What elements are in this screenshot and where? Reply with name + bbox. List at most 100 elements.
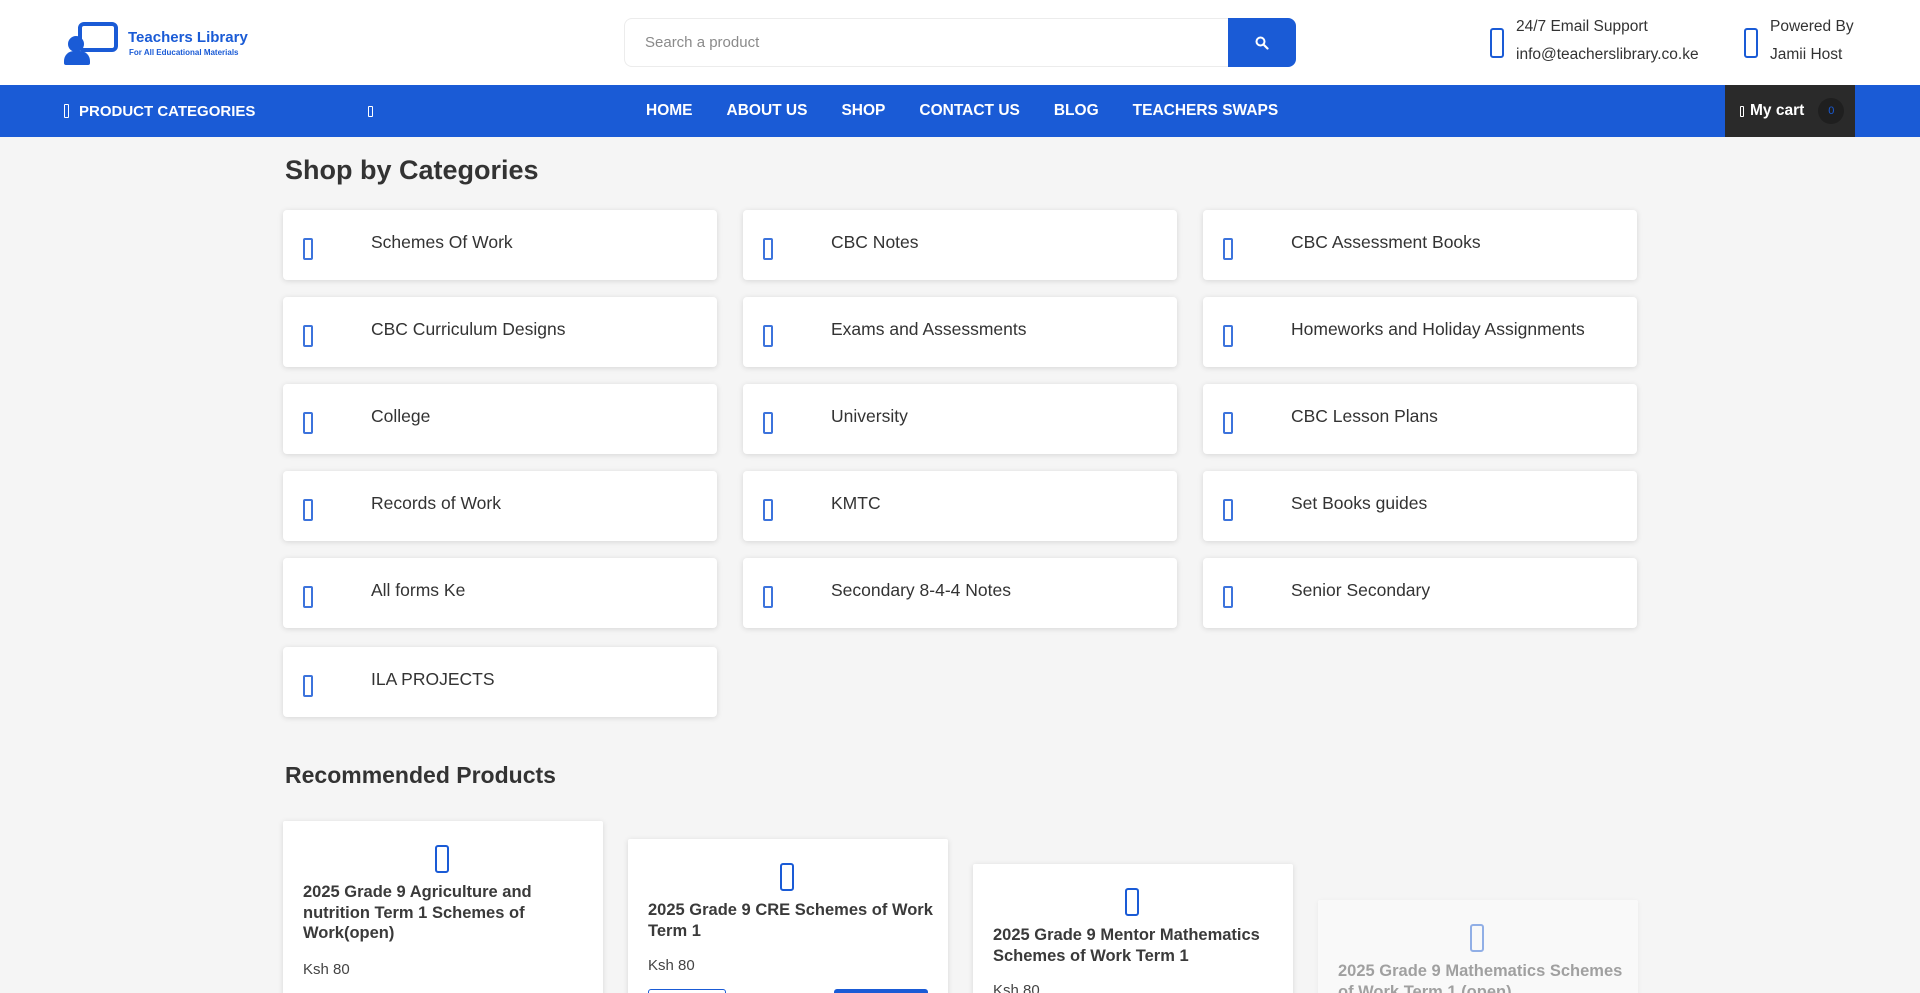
category-label: KMTC [831,493,881,513]
category-card[interactable]: Homeworks and Holiday Assignments [1203,297,1637,367]
add-to-cart-button[interactable] [834,989,928,993]
logo-icon [64,20,120,66]
powered-by: Powered By Jamii Host [1744,18,1854,64]
category-label: CBC Assessment Books [1291,232,1481,252]
category-icon [303,499,313,521]
product-categories-label: PRODUCT CATEGORIES [79,102,256,120]
product-card[interactable]: 2025 Grade 9 Mentor Mathematics Schemes … [973,864,1293,993]
product-card[interactable]: 2025 Grade 9 Agriculture and nutrition T… [283,821,603,993]
product-card[interactable]: 2025 Grade 9 CRE Schemes of Work Term 1 … [628,839,948,993]
nav-links: HOME ABOUT US SHOP CONTACT US BLOG TEACH… [646,85,1278,137]
product-icon [780,863,794,891]
category-label: Records of Work [371,493,501,513]
category-label: Set Books guides [1291,493,1428,513]
category-icon [303,325,313,347]
category-icon [1223,412,1233,434]
search-icon [1255,36,1269,50]
support-label: 24/7 Email Support [1516,18,1648,35]
product-title[interactable]: 2025 Grade 9 Mathematics Schemes of Work… [1338,961,1623,993]
category-label: CBC Curriculum Designs [371,319,566,339]
category-label: Exams and Assessments [831,319,1027,339]
logo[interactable]: Teachers Library For All Educational Mat… [64,20,254,66]
category-icon [763,412,773,434]
nav-shop[interactable]: SHOP [841,102,885,120]
product-price: Ksh 80 [303,961,350,978]
category-label: College [371,406,431,426]
top-header: Teachers Library For All Educational Mat… [0,0,1920,85]
phone-icon [1490,28,1504,58]
category-card[interactable]: Records of Work [283,471,717,541]
category-card[interactable]: All forms Ke [283,558,717,628]
powered-name[interactable]: Jamii Host [1770,46,1854,64]
category-card[interactable]: Exams and Assessments [743,297,1177,367]
category-label: CBC Notes [831,232,919,252]
powered-label: Powered By [1770,18,1854,35]
category-card[interactable]: KMTC [743,471,1177,541]
category-icon [1223,238,1233,260]
nav-contact-us[interactable]: CONTACT US [919,102,1019,120]
category-card[interactable]: College [283,384,717,454]
nav-about-us[interactable]: ABOUT US [727,102,808,120]
product-card[interactable]: 2025 Grade 9 Mathematics Schemes of Work… [1318,900,1638,993]
category-label: All forms Ke [371,580,466,600]
category-label: Homeworks and Holiday Assignments [1291,319,1585,339]
category-label: ILA PROJECTS [371,669,495,689]
product-icon [1470,924,1484,952]
category-card[interactable]: CBC Lesson Plans [1203,384,1637,454]
search-input[interactable] [624,18,1228,67]
category-icon [1223,499,1233,521]
search-button[interactable] [1228,18,1296,67]
category-label: Schemes Of Work [371,232,513,252]
phone-icon [1744,28,1758,58]
category-icon [1223,325,1233,347]
category-icon [1223,586,1233,608]
category-card[interactable]: Schemes Of Work [283,210,717,280]
category-icon [763,325,773,347]
nav-blog[interactable]: BLOG [1054,102,1099,120]
chevron-down-icon[interactable] [368,106,373,117]
logo-tagline: For All Educational Materials [129,47,239,57]
category-icon [763,586,773,608]
category-icon [303,412,313,434]
recommended-title: Recommended Products [285,762,556,788]
category-card[interactable]: CBC Notes [743,210,1177,280]
category-icon [763,499,773,521]
email-support: 24/7 Email Support info@teacherslibrary.… [1490,18,1699,64]
product-icon [1125,888,1139,916]
nav-teachers-swaps[interactable]: TEACHERS SWAPS [1133,102,1279,120]
category-card[interactable]: CBC Assessment Books [1203,210,1637,280]
category-card[interactable]: University [743,384,1177,454]
view-product-button[interactable] [648,989,726,993]
nav-home[interactable]: HOME [646,102,693,120]
support-email[interactable]: info@teacherslibrary.co.ke [1516,46,1699,64]
categories-title: Shop by Categories [285,155,539,185]
category-label: CBC Lesson Plans [1291,406,1438,426]
category-icon [303,675,313,697]
category-card[interactable]: ILA PROJECTS [283,647,717,717]
search-bar [624,18,1296,67]
category-label: Senior Secondary [1291,580,1431,600]
category-icon [763,238,773,260]
product-title[interactable]: 2025 Grade 9 Agriculture and nutrition T… [303,882,588,944]
product-categories-toggle[interactable]: PRODUCT CATEGORIES [64,85,255,137]
menu-icon [64,104,69,118]
category-icon [303,586,313,608]
category-card[interactable]: CBC Curriculum Designs [283,297,717,367]
cart-count-badge: 0 [1818,98,1845,124]
category-icon [303,238,313,260]
category-card[interactable]: Senior Secondary [1203,558,1637,628]
cart-label: My cart [1750,102,1805,119]
cart-button[interactable]: My cart 0 [1725,85,1855,137]
cart-icon [1740,105,1744,117]
category-card[interactable]: Secondary 8-4-4 Notes [743,558,1177,628]
product-price: Ksh 80 [993,982,1040,993]
main-nav: PRODUCT CATEGORIES HOME ABOUT US SHOP CO… [0,85,1920,137]
category-label: University [831,406,908,426]
category-label: Secondary 8-4-4 Notes [831,580,1011,600]
product-price: Ksh 80 [648,957,695,974]
category-card[interactable]: Set Books guides [1203,471,1637,541]
logo-title: Teachers Library [128,28,248,46]
product-title[interactable]: 2025 Grade 9 Mentor Mathematics Schemes … [993,925,1278,966]
product-title[interactable]: 2025 Grade 9 CRE Schemes of Work Term 1 [648,900,933,941]
product-icon [435,845,449,873]
